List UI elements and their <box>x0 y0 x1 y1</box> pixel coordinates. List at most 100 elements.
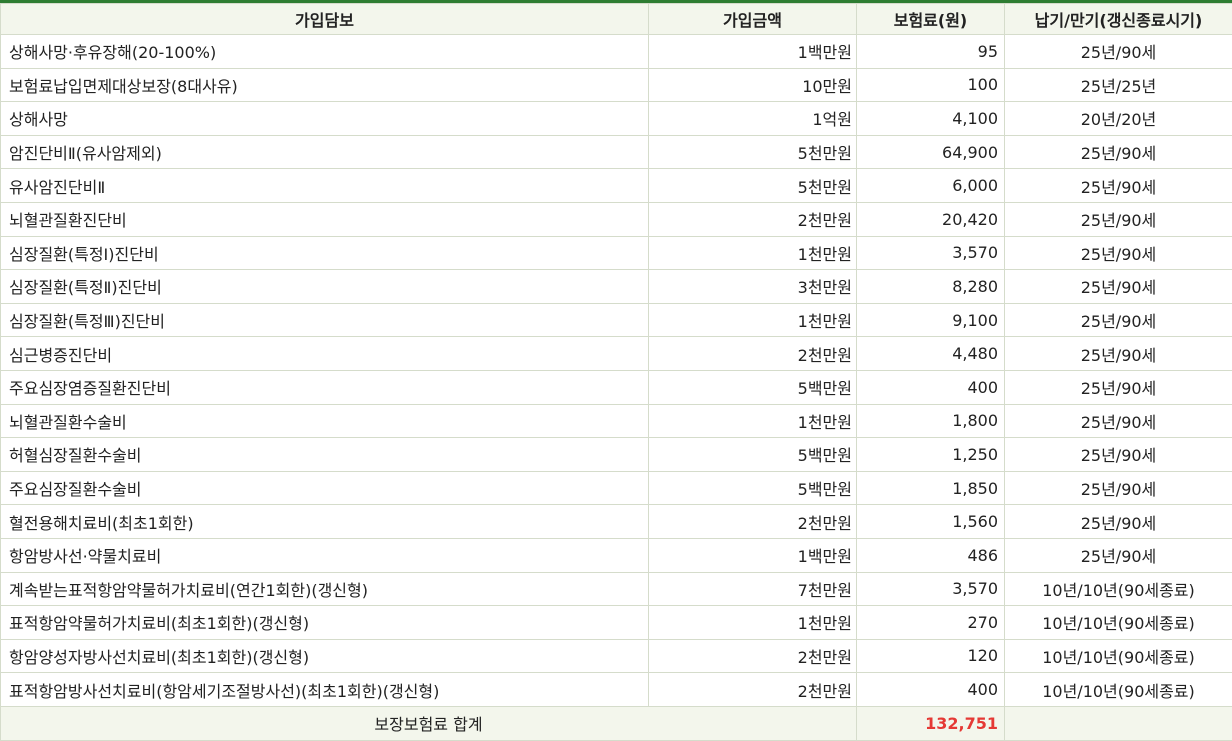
coverage-name: 유사암진단비Ⅱ <box>1 169 649 203</box>
table-row: 혈전용해치료비(최초1회한)2천만원1,56025년/90세 <box>1 505 1232 539</box>
table-row: 허혈심장질환수술비5백만원1,25025년/90세 <box>1 438 1232 472</box>
coverage-name: 상해사망 <box>1 102 649 136</box>
payment-term: 10년/10년(90세종료) <box>1005 572 1232 606</box>
payment-term: 25년/90세 <box>1005 471 1232 505</box>
coverage-name: 주요심장질환수술비 <box>1 471 649 505</box>
premium-value: 400 <box>857 370 1005 404</box>
coverage-amount: 1천만원 <box>649 606 857 640</box>
coverage-name: 허혈심장질환수술비 <box>1 438 649 472</box>
payment-term: 10년/10년(90세종료) <box>1005 606 1232 640</box>
payment-term: 25년/90세 <box>1005 202 1232 236</box>
coverage-name: 상해사망·후유장해(20-100%) <box>1 35 649 69</box>
coverage-amount: 1천만원 <box>649 303 857 337</box>
premium-value: 400 <box>857 673 1005 707</box>
premium-value: 120 <box>857 639 1005 673</box>
coverage-name: 혈전용해치료비(최초1회한) <box>1 505 649 539</box>
table-row: 심장질환(특정Ⅰ)진단비1천만원3,57025년/90세 <box>1 236 1232 270</box>
total-blank <box>1005 706 1232 740</box>
payment-term: 25년/90세 <box>1005 135 1232 169</box>
coverage-name: 항암방사선·약물치료비 <box>1 538 649 572</box>
header-amount: 가입금액 <box>649 4 857 35</box>
premium-value: 6,000 <box>857 169 1005 203</box>
premium-value: 20,420 <box>857 202 1005 236</box>
coverage-amount: 2천만원 <box>649 202 857 236</box>
coverage-name: 항암양성자방사선치료비(최초1회한)(갱신형) <box>1 639 649 673</box>
coverage-amount: 1억원 <box>649 102 857 136</box>
table-row: 주요심장질환수술비5백만원1,85025년/90세 <box>1 471 1232 505</box>
payment-term: 25년/90세 <box>1005 303 1232 337</box>
header-coverage: 가입담보 <box>1 4 649 35</box>
payment-term: 10년/10년(90세종료) <box>1005 639 1232 673</box>
coverage-amount: 1백만원 <box>649 35 857 69</box>
premium-value: 95 <box>857 35 1005 69</box>
coverage-name: 심장질환(특정Ⅱ)진단비 <box>1 270 649 304</box>
total-label: 보장보험료 합계 <box>1 706 857 740</box>
premium-value: 270 <box>857 606 1005 640</box>
table-row: 주요심장염증질환진단비5백만원40025년/90세 <box>1 370 1232 404</box>
coverage-name: 표적항암방사선치료비(항암세기조절방사선)(최초1회한)(갱신형) <box>1 673 649 707</box>
premium-value: 486 <box>857 538 1005 572</box>
premium-value: 100 <box>857 68 1005 102</box>
payment-term: 25년/90세 <box>1005 404 1232 438</box>
coverage-amount: 1천만원 <box>649 404 857 438</box>
table-row: 항암방사선·약물치료비1백만원48625년/90세 <box>1 538 1232 572</box>
payment-term: 25년/90세 <box>1005 270 1232 304</box>
coverage-name: 보험료납입면제대상보장(8대사유) <box>1 68 649 102</box>
table-row: 상해사망1억원4,10020년/20년 <box>1 102 1232 136</box>
payment-term: 25년/90세 <box>1005 35 1232 69</box>
premium-value: 4,480 <box>857 337 1005 371</box>
coverage-name: 심근병증진단비 <box>1 337 649 371</box>
table-row: 뇌혈관질환수술비1천만원1,80025년/90세 <box>1 404 1232 438</box>
table-body: 상해사망·후유장해(20-100%)1백만원9525년/90세보험료납입면제대상… <box>1 35 1232 707</box>
coverage-amount: 5백만원 <box>649 471 857 505</box>
coverage-amount: 5천만원 <box>649 169 857 203</box>
coverage-amount: 2천만원 <box>649 673 857 707</box>
coverage-amount: 5백만원 <box>649 370 857 404</box>
premium-value: 1,850 <box>857 471 1005 505</box>
total-row: 보장보험료 합계 132,751 <box>1 706 1232 740</box>
table-header-row: 가입담보 가입금액 보험료(원) 납기/만기(갱신종료시기) <box>1 4 1232 35</box>
premium-value: 1,800 <box>857 404 1005 438</box>
table-row: 심근병증진단비2천만원4,48025년/90세 <box>1 337 1232 371</box>
table-row: 뇌혈관질환진단비2천만원20,42025년/90세 <box>1 202 1232 236</box>
coverage-premium-table: 가입담보 가입금액 보험료(원) 납기/만기(갱신종료시기) 상해사망·후유장해… <box>0 3 1232 741</box>
payment-term: 25년/90세 <box>1005 337 1232 371</box>
payment-term: 25년/90세 <box>1005 236 1232 270</box>
payment-term: 10년/10년(90세종료) <box>1005 673 1232 707</box>
premium-value: 9,100 <box>857 303 1005 337</box>
table-row: 보험료납입면제대상보장(8대사유)10만원10025년/25년 <box>1 68 1232 102</box>
table-row: 심장질환(특정Ⅱ)진단비3천만원8,28025년/90세 <box>1 270 1232 304</box>
payment-term: 25년/90세 <box>1005 438 1232 472</box>
premium-value: 4,100 <box>857 102 1005 136</box>
total-premium: 132,751 <box>857 706 1005 740</box>
coverage-amount: 2천만원 <box>649 505 857 539</box>
payment-term: 25년/90세 <box>1005 370 1232 404</box>
coverage-amount: 2천만원 <box>649 639 857 673</box>
payment-term: 25년/25년 <box>1005 68 1232 102</box>
table-row: 계속받는표적항암약물허가치료비(연간1회한)(갱신형)7천만원3,57010년/… <box>1 572 1232 606</box>
coverage-name: 심장질환(특정Ⅲ)진단비 <box>1 303 649 337</box>
premium-value: 1,250 <box>857 438 1005 472</box>
coverage-amount: 5천만원 <box>649 135 857 169</box>
coverage-amount: 7천만원 <box>649 572 857 606</box>
premium-table-container: 가입담보 가입금액 보험료(원) 납기/만기(갱신종료시기) 상해사망·후유장해… <box>0 0 1232 741</box>
coverage-name: 뇌혈관질환수술비 <box>1 404 649 438</box>
header-term: 납기/만기(갱신종료시기) <box>1005 4 1232 35</box>
coverage-name: 주요심장염증질환진단비 <box>1 370 649 404</box>
coverage-name: 심장질환(특정Ⅰ)진단비 <box>1 236 649 270</box>
table-row: 항암양성자방사선치료비(최초1회한)(갱신형)2천만원12010년/10년(90… <box>1 639 1232 673</box>
premium-value: 64,900 <box>857 135 1005 169</box>
premium-value: 8,280 <box>857 270 1005 304</box>
coverage-amount: 1백만원 <box>649 538 857 572</box>
premium-value: 3,570 <box>857 236 1005 270</box>
payment-term: 25년/90세 <box>1005 169 1232 203</box>
payment-term: 20년/20년 <box>1005 102 1232 136</box>
table-row: 표적항암방사선치료비(항암세기조절방사선)(최초1회한)(갱신형)2천만원400… <box>1 673 1232 707</box>
coverage-name: 표적항암약물허가치료비(최초1회한)(갱신형) <box>1 606 649 640</box>
table-row: 심장질환(특정Ⅲ)진단비1천만원9,10025년/90세 <box>1 303 1232 337</box>
coverage-amount: 2천만원 <box>649 337 857 371</box>
coverage-amount: 3천만원 <box>649 270 857 304</box>
payment-term: 25년/90세 <box>1005 505 1232 539</box>
coverage-name: 뇌혈관질환진단비 <box>1 202 649 236</box>
premium-value: 3,570 <box>857 572 1005 606</box>
